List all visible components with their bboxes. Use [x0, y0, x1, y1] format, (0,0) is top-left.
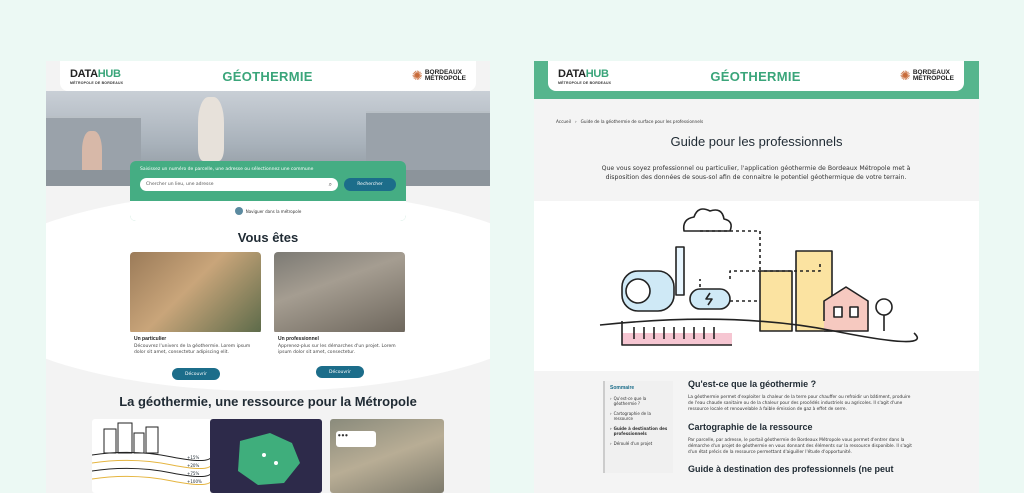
page-title: Guide pour les professionnels	[670, 134, 843, 149]
site-title: GÉOTHERMIE	[222, 68, 313, 84]
card-label: Un particulier	[134, 336, 167, 342]
chevron-right-icon: ›	[610, 396, 612, 401]
datahub-logo[interactable]: DATAHUB MÉTROPOLE DE BORDEAUX	[558, 68, 611, 85]
toc-item[interactable]: › Qu'est-ce que la géothermie ?	[610, 396, 668, 406]
tile-label: +20%	[187, 463, 200, 468]
site-header: DATAHUB MÉTROPOLE DE BORDEAUX GÉOTHERMIE…	[60, 61, 476, 91]
navigate-metropole-link[interactable]: Naviguer dans la métropole	[130, 201, 406, 221]
starburst-icon: ✺	[899, 68, 911, 84]
family-photo	[130, 252, 261, 332]
toc-item[interactable]: › Cartographie de la ressource	[610, 411, 668, 421]
toc-item-active[interactable]: › Guide à destination des professionnels	[610, 426, 668, 436]
section-text: La géothermie permet d'exploiter la chal…	[688, 395, 911, 413]
audience-heading: Vous êtes	[237, 230, 299, 245]
site-header: DATAHUB MÉTROPOLE DE BORDEAUX GÉOTHERMIE…	[548, 61, 964, 91]
tile-label: +15%	[187, 455, 200, 460]
bordeaux-metropole-logo[interactable]: ✺ BORDEAUX MÉTROPOLE	[899, 68, 954, 84]
homepage-panel: DATAHUB MÉTROPOLE DE BORDEAUX GÉOTHERMIE…	[46, 61, 490, 493]
section-heading: Guide à destination des professionnels (…	[688, 464, 894, 475]
toc-title: Sommaire	[610, 385, 635, 391]
datahub-logo[interactable]: DATAHUB MÉTROPOLE DE BORDEAUX	[70, 68, 123, 85]
table-of-contents: Sommaire › Qu'est-ce que la géothermie ? …	[603, 381, 673, 473]
toc-item[interactable]: › Déroulé d'un projet	[610, 441, 668, 446]
card-label: Un professionnel	[278, 336, 319, 342]
discover-button[interactable]: Découvrir	[316, 366, 364, 378]
site-title: GÉOTHERMIE	[710, 68, 801, 84]
resource-heading: La géothermie, une ressource pour la Mét…	[119, 394, 417, 409]
bordeaux-metropole-logo[interactable]: ✺ BORDEAUX MÉTROPOLE	[411, 68, 466, 84]
chevron-right-icon: ›	[610, 441, 612, 446]
geothermal-illustration	[534, 201, 979, 371]
tile-label: +100%	[187, 479, 202, 484]
guide-content: Qu'est-ce que la géothermie ? La géother…	[688, 379, 912, 480]
search-input[interactable]: Chercher un lieu, une adresse ⌕	[140, 178, 338, 191]
guide-panel: DATAHUB MÉTROPOLE DE BORDEAUX GÉOTHERMIE…	[534, 61, 979, 493]
background-arc	[46, 191, 490, 391]
construction-photo	[274, 252, 405, 332]
chevron-right-icon: ›	[574, 119, 577, 124]
child-figure	[198, 97, 224, 161]
breadcrumb-home[interactable]: Accueil	[556, 119, 571, 124]
site-photo-tile[interactable]: ● ● ●	[330, 419, 444, 493]
intro-text: Que vous soyez professionnel ou particul…	[601, 165, 911, 182]
section-heading: Qu'est-ce que la géothermie ?	[688, 379, 817, 389]
card-text: Découvrez l'univers de la géothermie. Lo…	[134, 344, 251, 356]
breadcrumb: Accueil › Guide de la géothermie de surf…	[556, 119, 703, 124]
search-icon: ⌕	[328, 180, 332, 188]
ground-layers-illustration: +15% +20% +75% +100%	[92, 419, 212, 493]
chevron-right-icon: ›	[610, 426, 612, 431]
starburst-icon: ✺	[411, 68, 423, 84]
breadcrumb-current: Guide de la géothermie de surface pour l…	[580, 119, 704, 124]
section-heading: Cartographie de la ressource	[688, 421, 813, 432]
discover-button[interactable]: Découvrir	[172, 368, 220, 380]
tile-label: +75%	[187, 471, 200, 476]
metropole-map-tile[interactable]	[210, 419, 322, 493]
section-text: Par parcelle, par adresse, le portail gé…	[688, 437, 912, 456]
card-particulier[interactable]	[130, 252, 261, 334]
chevron-right-icon: ›	[610, 411, 612, 416]
card-text: Apprenez-plus sur les démarches d'un pro…	[278, 344, 396, 356]
search-button[interactable]: Rechercher	[344, 178, 396, 191]
search-prompt: Saisissez un numéro de parcelle, une adr…	[140, 167, 314, 172]
map-pin-icon	[234, 207, 243, 215]
card-professionnel[interactable]	[274, 252, 405, 334]
